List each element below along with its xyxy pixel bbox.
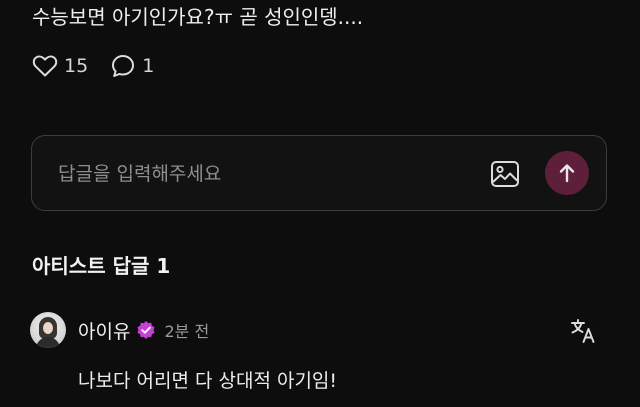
post-actions: 15 1 [32,52,154,80]
comment-header: 아이유 2분 전 [30,312,209,348]
avatar[interactable] [30,312,66,348]
send-button[interactable] [545,151,589,195]
attach-image-button[interactable] [489,158,521,190]
heart-icon [32,55,58,77]
artist-replies-title: 아티스트 답글 1 [32,254,171,278]
arrow-up-icon [559,164,575,183]
speech-bubble-icon [112,55,135,77]
reply-input[interactable] [58,158,468,190]
image-icon [491,161,519,187]
comment-time: 2분 전 [164,322,210,341]
comment-author[interactable]: 아이유 [78,317,130,344]
verified-badge-icon [136,320,156,340]
comment-button[interactable]: 1 [110,53,154,79]
translate-button[interactable] [569,316,599,346]
post-text: 수능보면 아기인가요?ㅠ 곧 성인인뎅.... [32,5,364,29]
comment-count: 1 [142,55,155,77]
reply-composer [31,135,607,211]
like-count: 15 [64,55,89,77]
translate-icon [571,319,595,343]
comment-text: 나보다 어리면 다 상대적 아기임! [78,370,338,392]
like-button[interactable]: 15 [32,54,88,78]
